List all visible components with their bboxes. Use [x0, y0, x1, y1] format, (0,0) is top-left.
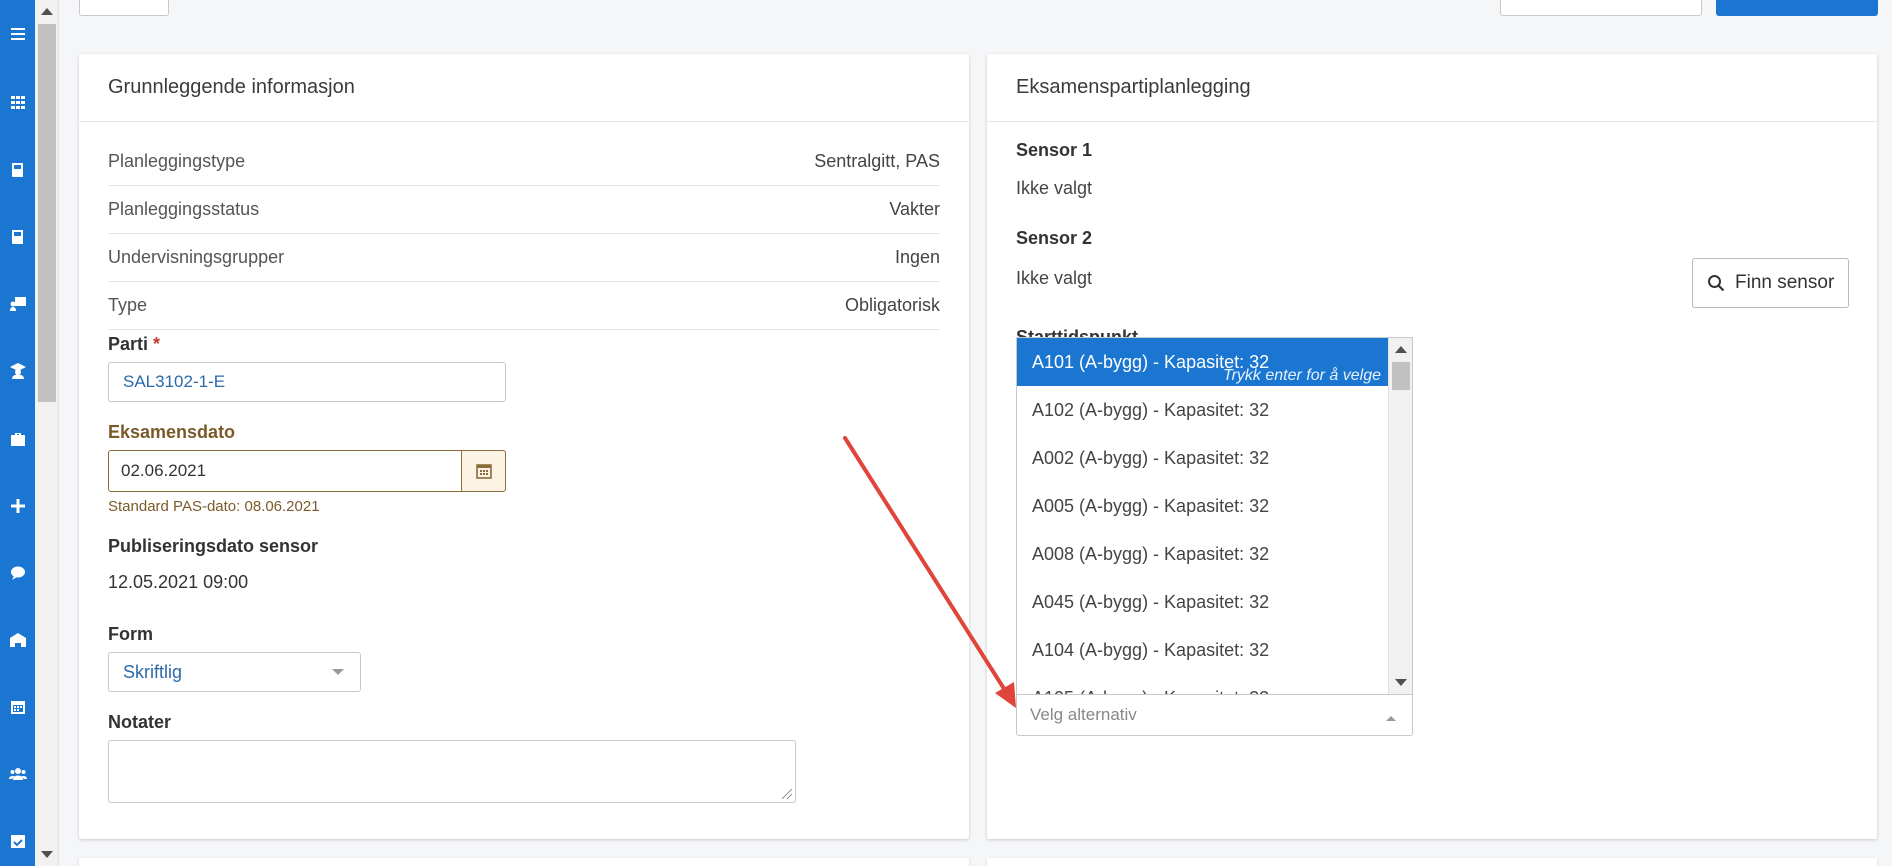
search-icon — [1708, 275, 1725, 292]
next-card-right — [987, 858, 1877, 866]
info-row: Planleggingstype Sentralgitt, PAS — [108, 138, 940, 186]
publiseringsdato-label: Publiseringsdato sensor — [108, 536, 319, 556]
left-nav-sidebar — [0, 0, 35, 866]
chevron-down-icon — [332, 669, 344, 675]
plus-icon[interactable] — [0, 491, 35, 521]
briefcase-icon[interactable] — [0, 424, 35, 454]
next-card-left — [79, 858, 969, 866]
publiseringsdato-value: 12.05.2021 09:00 — [108, 572, 249, 592]
info-label: Undervisningsgrupper — [108, 247, 285, 267]
student-icon[interactable] — [0, 356, 35, 386]
required-mark: * — [153, 334, 161, 354]
dropdown-option[interactable]: A008 (A-bygg) - Kapasitet: 32 — [1017, 530, 1389, 578]
info-row: Type Obligatorisk — [108, 282, 940, 330]
info-value: Ingen — [894, 247, 940, 267]
finn-sensor-button[interactable]: Finn sensor — [1692, 258, 1850, 308]
info-label: Type — [108, 295, 148, 315]
info-value: Sentralgitt, PAS — [814, 151, 940, 171]
starttidspunkt-label: Starttidspunkt — [1016, 327, 1139, 337]
dropdown-option[interactable]: A005 (A-bygg) - Kapasitet: 32 — [1017, 482, 1389, 530]
scroll-down-icon[interactable] — [1395, 679, 1407, 686]
form-label: Form — [108, 624, 153, 644]
book-icon[interactable] — [0, 155, 35, 185]
dropdown-scrollbar-thumb[interactable] — [1392, 362, 1410, 390]
calendar-button[interactable] — [461, 450, 506, 492]
dropdown-scrollbar[interactable] — [1388, 338, 1412, 694]
parti-label: Parti * — [108, 334, 160, 355]
room-select-input[interactable]: Velg alternativ — [1016, 695, 1413, 736]
book-icon[interactable] — [0, 222, 35, 252]
resize-grip-icon[interactable] — [782, 789, 792, 799]
scrollbar-thumb[interactable] — [38, 24, 56, 402]
form-select-value: Skriftlig — [123, 661, 183, 682]
top-back-button[interactable] — [79, 0, 169, 16]
finn-sensor-label: Finn sensor — [1735, 272, 1835, 293]
info-label: Planleggingsstatus — [108, 199, 260, 219]
exam-planning-title: Eksamenspartiplanlegging — [987, 54, 1877, 122]
parti-input[interactable]: SAL3102-1-E — [108, 362, 506, 402]
notater-textarea[interactable] — [108, 740, 796, 803]
info-value: Vakter — [889, 199, 940, 219]
form-select[interactable]: Skriftlig — [108, 652, 361, 692]
scroll-up-icon[interactable] — [41, 8, 53, 15]
basic-info-title: Grunnleggende informasjon — [79, 54, 969, 122]
scroll-up-icon[interactable] — [1395, 346, 1407, 353]
sensor2-value: Ikke valgt — [1016, 268, 1093, 288]
menu-icon[interactable] — [0, 19, 35, 49]
dropdown-option[interactable]: A104 (A-bygg) - Kapasitet: 32 — [1017, 626, 1389, 674]
info-table: Planleggingstype Sentralgitt, PAS Planle… — [108, 138, 940, 330]
calendar-icon — [475, 464, 492, 479]
users-icon[interactable] — [0, 759, 35, 789]
info-label: Planleggingstype — [108, 151, 246, 171]
sensor1-value: Ikke valgt — [1016, 178, 1093, 198]
top-secondary-button[interactable] — [1500, 0, 1702, 16]
enter-hint: Trykk enter for å velge — [1223, 367, 1381, 384]
dropdown-option-highlighted[interactable]: A101 (A-bygg) - Kapasitet: 32 Trykk ente… — [1017, 338, 1389, 386]
info-row: Planleggingsstatus Vakter — [108, 186, 940, 234]
chevron-up-icon — [1386, 716, 1396, 721]
grid-icon[interactable] — [0, 87, 35, 117]
calendar-check-icon[interactable] — [0, 826, 35, 856]
dropdown-option[interactable]: A002 (A-bygg) - Kapasitet: 32 — [1017, 434, 1389, 482]
dropdown-option[interactable]: A102 (A-bygg) - Kapasitet: 32 — [1017, 386, 1389, 434]
eksamensdato-input[interactable]: 02.06.2021 — [108, 450, 464, 492]
basic-info-card: Grunnleggende informasjon Planleggingsty… — [79, 54, 969, 839]
eksamensdato-label: Eksamensdato — [108, 422, 236, 442]
calendar-icon[interactable] — [0, 692, 35, 722]
pas-date-helper: Standard PAS-dato: 08.06.2021 — [108, 498, 320, 515]
info-row: Undervisningsgrupper Ingen — [108, 234, 940, 282]
page-scrollbar[interactable] — [35, 0, 59, 866]
room-dropdown-list[interactable]: A101 (A-bygg) - Kapasitet: 32 Trykk ente… — [1016, 337, 1413, 695]
school-icon[interactable] — [0, 625, 35, 655]
chat-icon[interactable] — [0, 558, 35, 588]
info-value: Obligatorisk — [844, 295, 940, 315]
scroll-down-icon[interactable] — [41, 851, 53, 858]
sensor2-label: Sensor 2 — [1016, 228, 1093, 248]
dropdown-option[interactable]: A105 (A-bygg) - Kapasitet: 32 — [1017, 674, 1389, 695]
teacher-icon[interactable] — [0, 289, 35, 319]
notater-label: Notater — [108, 712, 172, 732]
sensor1-label: Sensor 1 — [1016, 140, 1093, 160]
dropdown-option[interactable]: A045 (A-bygg) - Kapasitet: 32 — [1017, 578, 1389, 626]
top-primary-button[interactable] — [1716, 0, 1878, 16]
parti-label-text: Parti — [108, 334, 149, 354]
